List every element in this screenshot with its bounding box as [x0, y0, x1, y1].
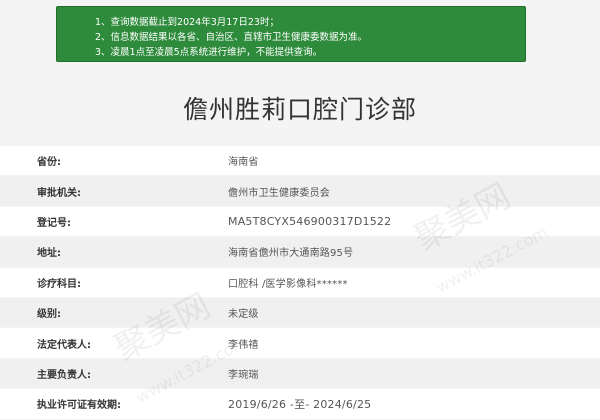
- table-row: 法定代表人: 李伟禧: [0, 328, 600, 359]
- row-label: 诊疗科目:: [37, 278, 81, 290]
- row-value: 海南省儋州市大通南路95号: [228, 248, 354, 260]
- row-label: 执业许可证有效期:: [37, 400, 121, 412]
- details-table: 省份: 海南省 审批机关: 儋州市卫生健康委员会 登记号: MA5T8CYX54…: [0, 146, 600, 420]
- notice-line: 3、凌晨1点至凌晨5点系统进行维护，不能提供查询。: [95, 47, 323, 58]
- table-row: 省份: 海南省: [0, 146, 600, 177]
- table-row: 主要负责人: 李琬瑞: [0, 358, 600, 390]
- table-row: 执业许可证有效期: 2019/6/26 -至- 2024/6/25: [0, 389, 600, 420]
- row-value: 2019/6/26 -至- 2024/6/25: [228, 397, 372, 411]
- row-value: MA5T8CYX546900317D1522: [228, 214, 392, 228]
- row-value: 李伟禧: [228, 339, 259, 351]
- row-label: 法定代表人:: [37, 339, 91, 351]
- row-value: 儋州市卫生健康委员会: [228, 187, 330, 199]
- table-row: 地址: 海南省儋州市大通南路95号: [0, 237, 600, 268]
- row-value: 口腔科 /医学影像科******: [228, 278, 348, 290]
- row-label: 省份:: [37, 157, 61, 169]
- row-label: 登记号:: [37, 217, 71, 229]
- table-row: 级别: 未定级: [0, 297, 600, 329]
- table-row: 审批机关: 儋州市卫生健康委员会: [0, 176, 600, 207]
- row-label: 审批机关:: [37, 187, 81, 199]
- notice-banner: 1、查询数据截止到2024年3月17日23时； 2、信息数据结果以各省、自治区、…: [56, 6, 526, 62]
- notice-line: 2、信息数据结果以各省、自治区、直辖市卫生健康委数据为准。: [95, 32, 368, 43]
- row-value: 海南省: [228, 157, 259, 169]
- table-row: 登记号: MA5T8CYX546900317D1522: [0, 206, 600, 238]
- row-label: 主要负责人:: [37, 369, 91, 381]
- table-row: 诊疗科目: 口腔科 /医学影像科******: [0, 267, 600, 298]
- row-label: 级别:: [37, 309, 61, 321]
- row-value: 未定级: [228, 309, 259, 321]
- page-title: 儋州胜莉口腔门诊部: [182, 95, 417, 124]
- notice-line: 1、查询数据截止到2024年3月17日23时；: [95, 17, 279, 28]
- row-value: 李琬瑞: [228, 369, 259, 381]
- row-label: 地址:: [37, 248, 61, 260]
